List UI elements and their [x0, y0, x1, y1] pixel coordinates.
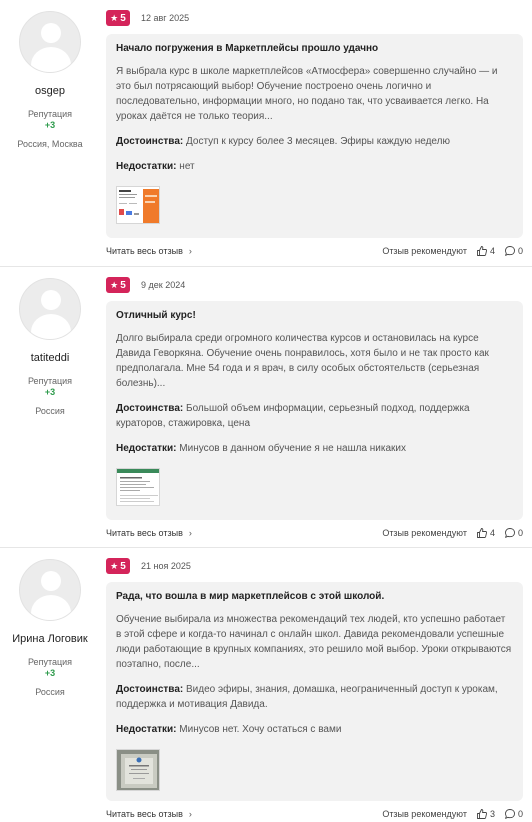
comment-icon [505, 528, 515, 538]
review-author: tatiteddi Репутация +3 Россия [0, 278, 100, 416]
star-icon: ★ [110, 12, 119, 23]
read-full-review-link[interactable]: Читать весь отзыв › [106, 528, 192, 538]
chevron-right-icon: › [188, 246, 192, 256]
advantages-label: Достоинства: [116, 136, 184, 147]
avatar[interactable] [19, 559, 81, 621]
disadvantages-label: Недостатки: [116, 161, 177, 172]
star-icon: ★ [110, 560, 119, 571]
advantages-field: Достоинства: Доступ к курсу более 3 меся… [116, 134, 513, 149]
advantages-field: Достоинства: Видео эфиры, знания, домашк… [116, 682, 513, 712]
attached-image-thumbnail[interactable] [116, 468, 160, 506]
review-text: Обучение выбирала из множества рекоменда… [116, 614, 512, 670]
recommended-label: Отзыв рекомендуют [382, 528, 467, 538]
review-author: Ирина Логовик Репутация +3 Россия [0, 559, 100, 697]
advantages-field: Достоинства: Большой объем информации, с… [116, 401, 513, 431]
review-meta: ★ 5 21 ноя 2025 [106, 558, 191, 574]
rating-badge: ★ 5 [106, 10, 130, 26]
comment-icon [505, 809, 515, 819]
avatar[interactable] [19, 278, 81, 340]
read-full-review-link[interactable]: Читать весь отзыв › [106, 809, 192, 819]
like-count: 4 [489, 528, 495, 538]
user-location: Россия [35, 406, 65, 416]
review-footer: Читать весь отзыв › Отзыв рекомендуют 3 0 [106, 808, 523, 820]
review-date: 9 дек 2024 [141, 280, 186, 290]
username[interactable]: osgep [0, 85, 100, 97]
chevron-right-icon: › [188, 809, 192, 819]
review-title[interactable]: Начало погружения в Маркетплейсы прошло … [116, 43, 513, 54]
disadvantages-value: Минусов в данном обучение я не нашла ник… [179, 443, 406, 454]
comment-button[interactable]: 0 [504, 808, 523, 820]
rating-badge: ★ 5 [106, 558, 130, 574]
reputation-value: +3 [44, 120, 56, 130]
reputation-label: Репутация [27, 657, 73, 667]
chevron-right-icon: › [188, 528, 192, 538]
like-button[interactable]: 3 [476, 808, 495, 820]
disadvantages-value: Минусов нет. Хочу остаться с вами [179, 724, 342, 735]
review-footer: Читать весь отзыв › Отзыв рекомендуют 4 0 [106, 245, 523, 257]
disadvantages-field: Недостатки: Минусов в данном обучение я … [116, 441, 513, 456]
reputation-value: +3 [44, 668, 56, 678]
review-footer: Читать весь отзыв › Отзыв рекомендуют 4 0 [106, 527, 523, 539]
comment-count: 0 [517, 246, 523, 256]
recommended-label: Отзыв рекомендуют [382, 809, 467, 819]
review-item: osgep Репутация +3 Россия, Москва ★ 5 12 … [0, 0, 532, 266]
reputation-value: +3 [44, 387, 56, 397]
review-card: Начало погружения в Маркетплейсы прошло … [106, 34, 523, 238]
thumbs-up-icon [477, 528, 487, 538]
review-meta: ★ 5 9 дек 2024 [106, 277, 185, 293]
rating-badge: ★ 5 [106, 277, 130, 293]
comment-count: 0 [517, 528, 523, 538]
comment-icon [505, 246, 515, 256]
review-meta: ★ 5 12 авг 2025 [106, 10, 189, 26]
disadvantages-label: Недостатки: [116, 724, 177, 735]
review-date: 21 ноя 2025 [141, 561, 191, 571]
recommended-label: Отзыв рекомендуют [382, 246, 467, 256]
comment-count: 0 [517, 809, 523, 819]
like-count: 3 [489, 809, 495, 819]
advantages-value: Доступ к курсу более 3 месяцев. Эфиры ка… [186, 136, 450, 147]
like-button[interactable]: 4 [476, 527, 495, 539]
review-title[interactable]: Отличный курс! [116, 310, 513, 321]
like-button[interactable]: 4 [476, 245, 495, 257]
advantages-label: Достоинства: [116, 684, 184, 695]
thumbs-up-icon [477, 246, 487, 256]
reputation-label: Репутация [27, 109, 73, 119]
reputation-label: Репутация [27, 376, 73, 386]
star-icon: ★ [110, 279, 119, 290]
review-text: Долго выбирала среди огромного количеств… [116, 333, 489, 389]
disadvantages-field: Недостатки: нет [116, 159, 513, 174]
review-item: tatiteddi Репутация +3 Россия ★ 5 9 дек 2… [0, 266, 532, 547]
comment-button[interactable]: 0 [504, 245, 523, 257]
attached-image-thumbnail[interactable] [116, 186, 160, 224]
read-full-review-link[interactable]: Читать весь отзыв › [106, 246, 192, 256]
review-author: osgep Репутация +3 Россия, Москва [0, 11, 100, 149]
username[interactable]: Ирина Логовик [0, 633, 100, 645]
review-card: Отличный курс! Долго выбирала среди огро… [106, 301, 523, 520]
user-location: Россия, Москва [17, 139, 83, 149]
attached-image-thumbnail[interactable] [116, 749, 160, 791]
user-location: Россия [35, 687, 65, 697]
review-date: 12 авг 2025 [141, 13, 190, 23]
avatar[interactable] [19, 11, 81, 73]
disadvantages-value: нет [179, 161, 195, 172]
like-count: 4 [489, 246, 495, 256]
username[interactable]: tatiteddi [0, 352, 100, 364]
advantages-label: Достоинства: [116, 403, 184, 414]
disadvantages-label: Недостатки: [116, 443, 177, 454]
comment-button[interactable]: 0 [504, 527, 523, 539]
thumbs-up-icon [477, 809, 487, 819]
review-item: Ирина Логовик Репутация +3 Россия ★ 5 21 … [0, 547, 532, 822]
disadvantages-field: Недостатки: Минусов нет. Хочу остаться с… [116, 722, 513, 737]
review-card: Рада, что вошла в мир маркетплейсов с эт… [106, 582, 523, 801]
review-title[interactable]: Рада, что вошла в мир маркетплейсов с эт… [116, 591, 513, 602]
review-text: Я выбрала курс в школе маркетплейсов «Ат… [116, 66, 498, 122]
